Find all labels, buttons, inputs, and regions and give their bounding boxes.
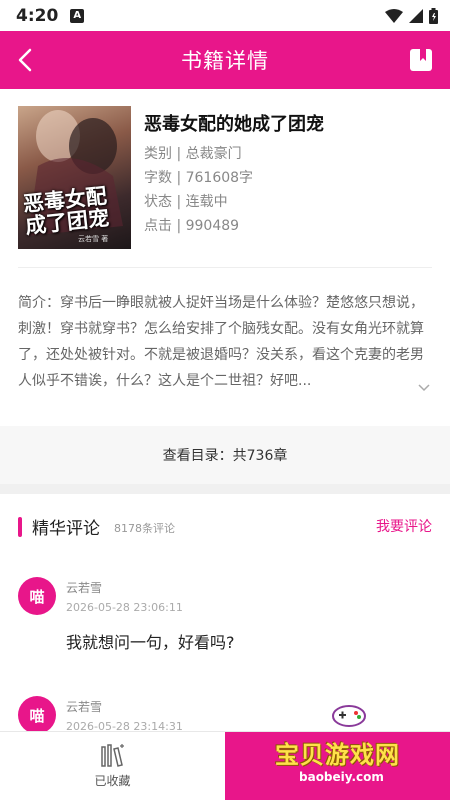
write-review-button[interactable]: 我要评论: [376, 516, 432, 536]
comment-item: 喵 云若雪 2026-05-28 23:14:31: [18, 696, 432, 734]
app-notification-icon: A: [70, 8, 85, 23]
status-time: 4:20: [16, 5, 59, 26]
signal-icon: [409, 8, 423, 23]
page-title: 书籍详情: [181, 49, 269, 73]
comment-item: 喵 云若雪 2026-05-28 23:06:11 我就想问一句，好看吗?: [18, 577, 432, 657]
wifi-icon: [385, 8, 403, 23]
book-category: 类别 | 总裁豪门: [144, 146, 242, 162]
comment-text: 我就想问一句，好看吗?: [66, 633, 235, 652]
book-synopsis[interactable]: 简介：穿书后一睁眼就被人捉奸当场是什么体验？楚悠悠只想说，刺激！穿书就穿书？怎么…: [18, 290, 430, 410]
book-clicks: 点击 | 990489: [144, 218, 240, 234]
bottom-action-bar: 已收藏 宝贝游戏网 baobeiy.com: [0, 705, 450, 800]
collect-label: 已收藏: [94, 774, 131, 788]
comment-username: 云若雪: [66, 700, 103, 714]
divider: [18, 267, 432, 268]
status-bar: 4:20 A: [0, 0, 450, 31]
book-cover[interactable]: 恶毒女配成了团宠 云若雪 著: [18, 106, 131, 249]
top-app-bar: 书籍详情: [0, 31, 450, 89]
reviews-title: 精华评论: [32, 519, 100, 539]
avatar[interactable]: 喵: [18, 696, 56, 734]
section-separator: [0, 484, 450, 494]
reviews-header: 精华评论 8178条评论 我要评论: [18, 512, 432, 542]
battery-icon: [429, 7, 438, 24]
bookshelf-collected-icon: [100, 744, 124, 767]
book-status: 状态 | 连载中: [144, 194, 228, 210]
collect-button[interactable]: 已收藏: [0, 732, 225, 800]
avatar[interactable]: 喵: [18, 577, 56, 615]
bookshelf-icon[interactable]: [408, 47, 434, 73]
section-accent-bar: [18, 517, 22, 537]
status-icons: [385, 7, 438, 24]
comment-username: 云若雪: [66, 581, 103, 595]
reviews-count: 8178条评论: [114, 522, 175, 535]
chevron-down-icon[interactable]: [416, 380, 432, 396]
book-word-count: 字数 | 761608字: [144, 170, 254, 186]
book-info: 恶毒女配成了团宠 云若雪 著 恶毒女配的她成了团宠 类别 | 总裁豪门 字数 |…: [18, 106, 432, 250]
watermark-title: 宝贝游戏网: [275, 741, 400, 769]
back-arrow-icon[interactable]: [12, 46, 40, 74]
book-title: 恶毒女配的她成了团宠: [144, 114, 324, 135]
catalog-button[interactable]: 查看目录：共736章: [0, 426, 450, 484]
gamepad-watermark-icon: [332, 705, 366, 727]
comment-time: 2026-05-28 23:06:11: [66, 601, 183, 614]
watermark-url: baobeiy.com: [299, 770, 384, 784]
read-now-button[interactable]: 宝贝游戏网 baobeiy.com: [225, 705, 450, 800]
cover-author: 云若雪 著: [78, 235, 109, 243]
